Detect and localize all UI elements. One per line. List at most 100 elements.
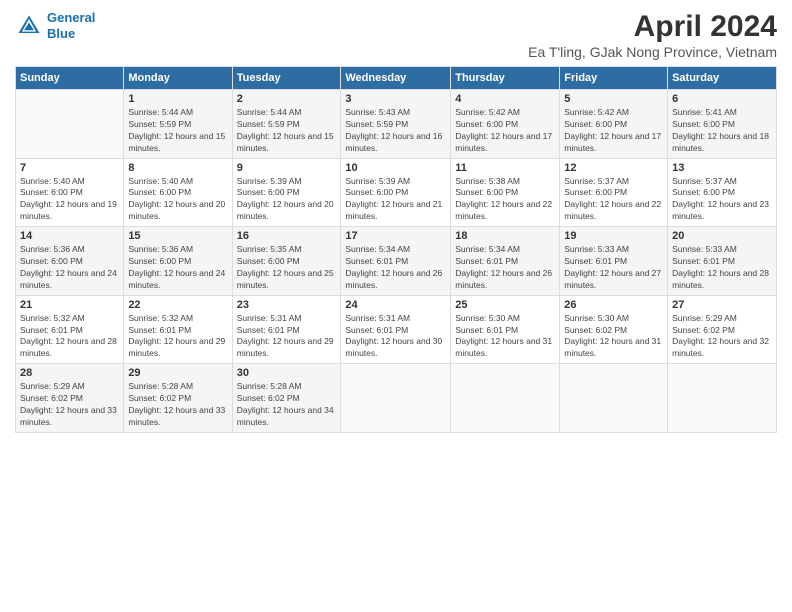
day-info: Sunrise: 5:43 AMSunset: 5:59 PMDaylight:… bbox=[345, 107, 446, 155]
calendar-cell: 2 Sunrise: 5:44 AMSunset: 5:59 PMDaylight… bbox=[232, 90, 341, 159]
calendar-cell: 6Sunrise: 5:41 AMSunset: 6:00 PMDaylight… bbox=[668, 90, 777, 159]
day-number: 20 bbox=[672, 230, 772, 242]
calendar-cell: 24 Sunrise: 5:31 AMSunset: 6:01 PMDayligh… bbox=[341, 295, 451, 364]
subtitle: Ea T'ling, GJak Nong Province, Vietnam bbox=[528, 44, 777, 60]
calendar-cell bbox=[341, 364, 451, 433]
calendar-cell: 25 Sunrise: 5:30 AMSunset: 6:01 PMDayligh… bbox=[451, 295, 560, 364]
day-info: Sunrise: 5:33 AMSunset: 6:01 PMDaylight:… bbox=[672, 244, 772, 292]
calendar-cell: 4 Sunrise: 5:42 AMSunset: 6:00 PMDaylight… bbox=[451, 90, 560, 159]
logo-text: General Blue bbox=[47, 10, 95, 41]
day-info: Sunrise: 5:28 AMSunset: 6:02 PMDaylight:… bbox=[237, 381, 337, 429]
day-info: Sunrise: 5:30 AMSunset: 6:01 PMDaylight:… bbox=[455, 313, 555, 361]
col-header-monday: Monday bbox=[124, 67, 232, 90]
day-number: 23 bbox=[237, 299, 337, 311]
day-info: Sunrise: 5:40 AMSunset: 6:00 PMDaylight:… bbox=[20, 176, 119, 224]
day-number: 17 bbox=[345, 230, 446, 242]
calendar-cell bbox=[668, 364, 777, 433]
day-number: 13 bbox=[672, 162, 772, 174]
calendar-cell: 20 Sunrise: 5:33 AMSunset: 6:01 PMDayligh… bbox=[668, 227, 777, 296]
calendar-table: SundayMondayTuesdayWednesdayThursdayFrid… bbox=[15, 66, 777, 433]
day-number: 26 bbox=[564, 299, 663, 311]
calendar-cell: 10 Sunrise: 5:39 AMSunset: 6:00 PMDayligh… bbox=[341, 158, 451, 227]
calendar-cell: 29 Sunrise: 5:28 AMSunset: 6:02 PMDayligh… bbox=[124, 364, 232, 433]
day-number: 4 bbox=[455, 93, 555, 105]
day-number: 19 bbox=[564, 230, 663, 242]
day-number: 25 bbox=[455, 299, 555, 311]
col-header-saturday: Saturday bbox=[668, 67, 777, 90]
day-number: 14 bbox=[20, 230, 119, 242]
day-number: 5 bbox=[564, 93, 663, 105]
calendar-cell: 11Sunrise: 5:38 AMSunset: 6:00 PMDayligh… bbox=[451, 158, 560, 227]
calendar-cell: 19 Sunrise: 5:33 AMSunset: 6:01 PMDayligh… bbox=[560, 227, 668, 296]
day-number: 3 bbox=[345, 93, 446, 105]
calendar-cell: 7Sunrise: 5:40 AMSunset: 6:00 PMDaylight… bbox=[16, 158, 124, 227]
calendar-cell: 13 Sunrise: 5:37 AMSunset: 6:00 PMDayligh… bbox=[668, 158, 777, 227]
day-info: Sunrise: 5:44 AMSunset: 5:59 PMDaylight:… bbox=[128, 107, 227, 155]
day-number: 18 bbox=[455, 230, 555, 242]
day-number: 30 bbox=[237, 367, 337, 379]
day-info: Sunrise: 5:38 AMSunset: 6:00 PMDaylight:… bbox=[455, 176, 555, 224]
day-number: 16 bbox=[237, 230, 337, 242]
col-header-thursday: Thursday bbox=[451, 67, 560, 90]
day-number: 9 bbox=[237, 162, 337, 174]
calendar-cell: 28Sunrise: 5:29 AMSunset: 6:02 PMDayligh… bbox=[16, 364, 124, 433]
calendar-week-row: 21Sunrise: 5:32 AMSunset: 6:01 PMDayligh… bbox=[16, 295, 777, 364]
day-info: Sunrise: 5:32 AMSunset: 6:01 PMDaylight:… bbox=[128, 313, 227, 361]
calendar-cell: 26 Sunrise: 5:30 AMSunset: 6:02 PMDayligh… bbox=[560, 295, 668, 364]
day-info: Sunrise: 5:31 AMSunset: 6:01 PMDaylight:… bbox=[237, 313, 337, 361]
day-info: Sunrise: 5:36 AMSunset: 6:00 PMDaylight:… bbox=[128, 244, 227, 292]
day-info: Sunrise: 5:33 AMSunset: 6:01 PMDaylight:… bbox=[564, 244, 663, 292]
calendar-week-row: 28Sunrise: 5:29 AMSunset: 6:02 PMDayligh… bbox=[16, 364, 777, 433]
day-info: Sunrise: 5:40 AMSunset: 6:00 PMDaylight:… bbox=[128, 176, 227, 224]
logo: General Blue bbox=[15, 10, 95, 41]
calendar-cell: 22 Sunrise: 5:32 AMSunset: 6:01 PMDayligh… bbox=[124, 295, 232, 364]
page: General Blue April 2024 Ea T'ling, GJak … bbox=[0, 0, 792, 612]
day-info: Sunrise: 5:29 AMSunset: 6:02 PMDaylight:… bbox=[20, 381, 119, 429]
calendar-cell: 3 Sunrise: 5:43 AMSunset: 5:59 PMDaylight… bbox=[341, 90, 451, 159]
calendar-week-row: 1Sunrise: 5:44 AMSunset: 5:59 PMDaylight… bbox=[16, 90, 777, 159]
day-info: Sunrise: 5:35 AMSunset: 6:00 PMDaylight:… bbox=[237, 244, 337, 292]
logo-icon bbox=[15, 12, 43, 40]
main-title: April 2024 bbox=[528, 10, 777, 44]
day-number: 10 bbox=[345, 162, 446, 174]
logo-general: General bbox=[47, 10, 95, 25]
header: General Blue April 2024 Ea T'ling, GJak … bbox=[15, 10, 777, 60]
day-info: Sunrise: 5:39 AMSunset: 6:00 PMDaylight:… bbox=[237, 176, 337, 224]
calendar-header-row: SundayMondayTuesdayWednesdayThursdayFrid… bbox=[16, 67, 777, 90]
day-number: 6 bbox=[672, 93, 772, 105]
day-number: 8 bbox=[128, 162, 227, 174]
day-number: 27 bbox=[672, 299, 772, 311]
day-info: Sunrise: 5:32 AMSunset: 6:01 PMDaylight:… bbox=[20, 313, 119, 361]
logo-blue: Blue bbox=[47, 26, 95, 42]
day-info: Sunrise: 5:39 AMSunset: 6:00 PMDaylight:… bbox=[345, 176, 446, 224]
day-number: 22 bbox=[128, 299, 227, 311]
day-info: Sunrise: 5:30 AMSunset: 6:02 PMDaylight:… bbox=[564, 313, 663, 361]
col-header-wednesday: Wednesday bbox=[341, 67, 451, 90]
calendar-cell: 23 Sunrise: 5:31 AMSunset: 6:01 PMDayligh… bbox=[232, 295, 341, 364]
day-info: Sunrise: 5:28 AMSunset: 6:02 PMDaylight:… bbox=[128, 381, 227, 429]
calendar-cell bbox=[560, 364, 668, 433]
day-info: Sunrise: 5:44 AMSunset: 5:59 PMDaylight:… bbox=[237, 107, 337, 155]
calendar-cell: 14Sunrise: 5:36 AMSunset: 6:00 PMDayligh… bbox=[16, 227, 124, 296]
day-number: 24 bbox=[345, 299, 446, 311]
day-info: Sunrise: 5:31 AMSunset: 6:01 PMDaylight:… bbox=[345, 313, 446, 361]
day-info: Sunrise: 5:42 AMSunset: 6:00 PMDaylight:… bbox=[455, 107, 555, 155]
day-number: 29 bbox=[128, 367, 227, 379]
calendar-cell: 30 Sunrise: 5:28 AMSunset: 6:02 PMDayligh… bbox=[232, 364, 341, 433]
calendar-cell: 27Sunrise: 5:29 AMSunset: 6:02 PMDayligh… bbox=[668, 295, 777, 364]
calendar-cell: 21Sunrise: 5:32 AMSunset: 6:01 PMDayligh… bbox=[16, 295, 124, 364]
day-number: 12 bbox=[564, 162, 663, 174]
calendar-cell: 12Sunrise: 5:37 AMSunset: 6:00 PMDayligh… bbox=[560, 158, 668, 227]
calendar-cell: 1Sunrise: 5:44 AMSunset: 5:59 PMDaylight… bbox=[124, 90, 232, 159]
calendar-cell: 8 Sunrise: 5:40 AMSunset: 6:00 PMDaylight… bbox=[124, 158, 232, 227]
calendar-cell: 18 Sunrise: 5:34 AMSunset: 6:01 PMDayligh… bbox=[451, 227, 560, 296]
title-section: April 2024 Ea T'ling, GJak Nong Province… bbox=[528, 10, 777, 60]
col-header-sunday: Sunday bbox=[16, 67, 124, 90]
calendar-cell bbox=[451, 364, 560, 433]
day-number: 15 bbox=[128, 230, 227, 242]
day-number: 2 bbox=[237, 93, 337, 105]
day-info: Sunrise: 5:37 AMSunset: 6:00 PMDaylight:… bbox=[672, 176, 772, 224]
calendar-cell: 15 Sunrise: 5:36 AMSunset: 6:00 PMDayligh… bbox=[124, 227, 232, 296]
day-info: Sunrise: 5:34 AMSunset: 6:01 PMDaylight:… bbox=[455, 244, 555, 292]
day-info: Sunrise: 5:34 AMSunset: 6:01 PMDaylight:… bbox=[345, 244, 446, 292]
